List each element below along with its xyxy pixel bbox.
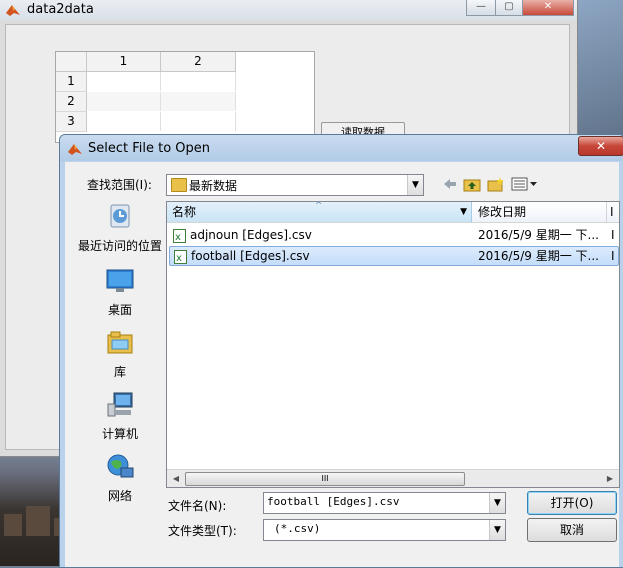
sort-ascending-icon: ^ — [315, 201, 323, 211]
table-cell[interactable] — [161, 92, 236, 111]
file-list[interactable]: 名称 ^ ▼ 修改日期 I x adjnoun [Edges].csv 2016/… — [166, 201, 620, 488]
chevron-down-icon[interactable]: ▼ — [460, 202, 467, 222]
select-file-dialog: Select File to Open ✕ 查找范围(I): 最新数据 ▼ 最近… — [59, 134, 623, 568]
maximize-button[interactable]: ▢ — [495, 0, 523, 16]
filetype-label: 文件类型(T): — [168, 524, 237, 538]
column-header-label: I — [610, 205, 614, 219]
filename-input[interactable]: football [Edges].csv ▼ — [263, 492, 506, 514]
window-controls: — ▢ ✕ — [466, 0, 575, 16]
file-name: football [Edges].csv — [191, 249, 310, 263]
excel-file-icon: x — [173, 228, 186, 243]
place-label: 网络 — [107, 489, 132, 503]
list-item[interactable]: x adjnoun [Edges].csv 2016/5/9 星期一 下... I — [169, 225, 617, 245]
scrollbar-thumb[interactable]: III — [185, 472, 465, 486]
file-extra: I — [611, 249, 615, 263]
place-label: 最近访问的位置 — [77, 239, 162, 253]
matlab-logo-icon — [68, 144, 82, 155]
table-cell[interactable] — [87, 92, 161, 111]
list-item-selected[interactable]: x football [Edges].csv 2016/5/9 星期一 下... … — [169, 246, 619, 266]
file-extra: I — [611, 228, 615, 242]
filename-label: 文件名(N): — [168, 499, 227, 513]
chevron-down-icon[interactable]: ▼ — [407, 175, 423, 195]
place-recent[interactable]: 最近访问的位置 — [65, 202, 175, 254]
figure-title: data2data — [27, 2, 94, 17]
place-network[interactable]: 网络 — [65, 452, 175, 504]
dialog-titlebar[interactable]: Select File to Open ✕ — [60, 135, 623, 161]
computer-icon — [107, 392, 133, 417]
svg-text:x: x — [176, 253, 182, 264]
new-folder-icon[interactable] — [487, 176, 505, 192]
filetype-select[interactable]: (*.csv) ▼ — [263, 519, 506, 541]
view-menu-icon[interactable] — [511, 176, 539, 192]
row-header[interactable]: 2 — [56, 92, 87, 112]
cancel-button[interactable]: 取消 — [527, 518, 617, 542]
column-header-name[interactable]: 名称 ^ ▼ — [167, 201, 472, 223]
figure-close-button[interactable]: ✕ — [522, 0, 574, 16]
dialog-body: 查找范围(I): 最新数据 ▼ 最近访问的位置 桌面 库 计算机 网络 名称 ^… — [65, 162, 620, 567]
row-header[interactable]: 1 — [56, 72, 87, 92]
lookin-label: 查找范围(I): — [87, 178, 152, 192]
up-folder-icon[interactable] — [463, 176, 481, 192]
scroll-right-icon[interactable]: ▶ — [603, 472, 617, 485]
row-header[interactable]: 3 — [56, 112, 87, 132]
table-cell[interactable] — [161, 112, 236, 131]
recent-places-icon — [110, 204, 130, 228]
place-desktop[interactable]: 桌面 — [65, 266, 175, 318]
lookin-value: 最新数据 — [189, 179, 238, 193]
data-table[interactable]: 1 2 1 2 3 — [55, 51, 315, 143]
desktop-icon — [106, 269, 134, 292]
folder-icon — [171, 178, 187, 192]
open-button[interactable]: 打开(O) — [527, 491, 617, 515]
horizontal-scrollbar[interactable]: ◀ III ▶ — [167, 469, 619, 487]
column-header[interactable]: 2 — [161, 52, 236, 72]
column-header-label: 修改日期 — [478, 205, 527, 219]
dialog-close-button[interactable]: ✕ — [578, 136, 623, 156]
file-date: 2016/5/9 星期一 下... — [478, 249, 599, 263]
place-libraries[interactable]: 库 — [65, 328, 175, 380]
place-computer[interactable]: 计算机 — [65, 390, 175, 442]
column-header[interactable]: 1 — [87, 52, 161, 72]
libraries-icon — [107, 331, 133, 354]
svg-text:x: x — [175, 232, 181, 243]
table-cell[interactable] — [161, 72, 236, 91]
excel-file-icon: x — [174, 249, 187, 264]
lookin-dropdown[interactable]: 最新数据 ▼ — [166, 174, 424, 196]
matlab-logo-icon — [6, 5, 20, 16]
figure-titlebar[interactable]: data2data — ▢ ✕ — [0, 0, 577, 20]
table-cell[interactable] — [87, 72, 161, 91]
back-icon[interactable] — [441, 176, 459, 192]
file-date: 2016/5/9 星期一 下... — [478, 228, 599, 242]
filename-value: football [Edges].csv — [267, 495, 400, 508]
chevron-down-icon[interactable]: ▼ — [489, 493, 505, 513]
scroll-left-icon[interactable]: ◀ — [169, 472, 183, 485]
minimize-button[interactable]: — — [466, 0, 496, 16]
filetype-value: (*.csv) — [274, 522, 321, 535]
chevron-down-icon[interactable]: ▼ — [489, 520, 505, 540]
table-cell[interactable] — [87, 112, 161, 131]
place-label: 库 — [113, 365, 126, 379]
file-name: adjnoun [Edges].csv — [190, 228, 312, 242]
column-header-label: 名称 — [172, 205, 197, 219]
place-label: 桌面 — [107, 303, 132, 317]
table-corner — [56, 52, 87, 72]
place-label: 计算机 — [101, 427, 138, 441]
column-header-date[interactable]: 修改日期 — [472, 202, 607, 223]
column-header-extra[interactable]: I — [607, 202, 619, 223]
network-icon — [107, 454, 134, 478]
dialog-title: Select File to Open — [88, 141, 211, 156]
